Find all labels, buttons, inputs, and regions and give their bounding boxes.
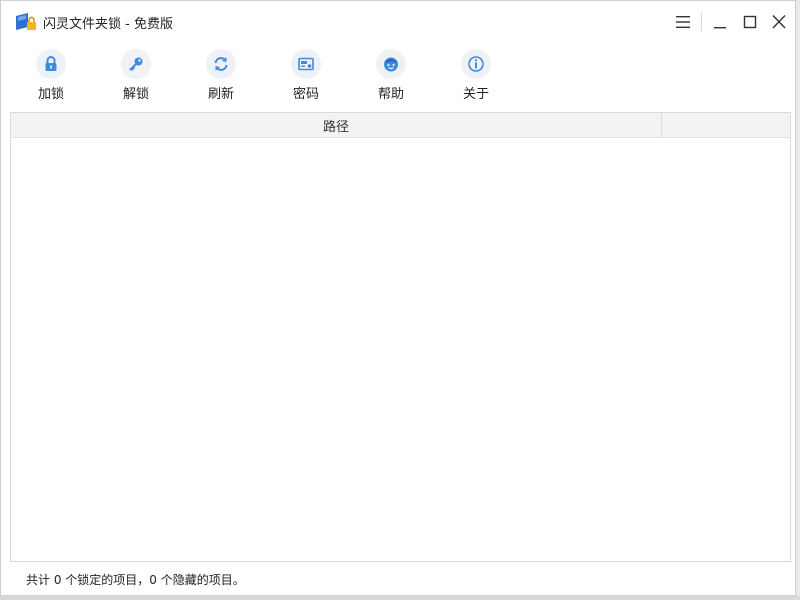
column-header-path[interactable]: 路径 <box>11 113 662 137</box>
minimize-button[interactable] <box>706 9 734 35</box>
list-header: 路径 <box>11 113 790 138</box>
password-label: 密码 <box>292 87 319 102</box>
help-button[interactable]: 帮助 <box>361 49 421 105</box>
refresh-icon-bg <box>206 49 236 79</box>
unlock-button[interactable]: 解锁 <box>106 49 166 105</box>
key-icon-bg <box>121 49 151 79</box>
key-icon <box>129 57 143 71</box>
app-logo-icon <box>16 13 36 30</box>
help-face-icon <box>384 57 398 72</box>
about-button[interactable]: 关于 <box>446 49 506 105</box>
refresh-button[interactable]: 刷新 <box>191 49 251 105</box>
lock-icon-bg <box>36 49 66 79</box>
toolbar: 加锁 解锁 刷新 密码 帮助 关于 <box>1 49 795 105</box>
maximize-icon <box>743 15 757 29</box>
menu-button[interactable] <box>669 9 697 35</box>
background-window-bottom <box>0 596 800 600</box>
help-label: 帮助 <box>377 87 404 102</box>
status-text: 共计 0 个锁定的项目，0 个隐藏的项目。 <box>26 573 245 587</box>
info-icon-bg <box>461 49 491 79</box>
password-button[interactable]: 密码 <box>276 49 336 105</box>
refresh-icon <box>214 57 228 71</box>
info-icon <box>468 56 484 72</box>
lock-label: 加锁 <box>37 87 64 102</box>
app-window: 闪灵文件夹锁 - 免费版 加锁 解锁 刷新 密码 帮助 关于 路径 共计 0 个… <box>0 0 796 596</box>
menu-icon <box>676 16 690 28</box>
title-separator <box>701 13 702 31</box>
column-header-extra[interactable] <box>663 113 790 137</box>
password-card-icon <box>298 57 314 71</box>
help-icon-bg <box>376 49 406 79</box>
close-icon <box>772 15 786 29</box>
about-label: 关于 <box>462 87 489 102</box>
background-window-edge <box>796 0 800 600</box>
title-bar[interactable]: 闪灵文件夹锁 - 免费版 <box>1 1 795 43</box>
item-list[interactable]: 路径 <box>10 112 791 562</box>
window-title: 闪灵文件夹锁 - 免费版 <box>43 17 173 32</box>
lock-icon <box>45 56 57 71</box>
unlock-label: 解锁 <box>122 87 149 102</box>
password-icon-bg <box>291 49 321 79</box>
lock-button[interactable]: 加锁 <box>21 49 81 105</box>
refresh-label: 刷新 <box>207 87 234 102</box>
minimize-icon <box>714 27 726 29</box>
close-button[interactable] <box>765 9 793 35</box>
maximize-button[interactable] <box>736 9 764 35</box>
